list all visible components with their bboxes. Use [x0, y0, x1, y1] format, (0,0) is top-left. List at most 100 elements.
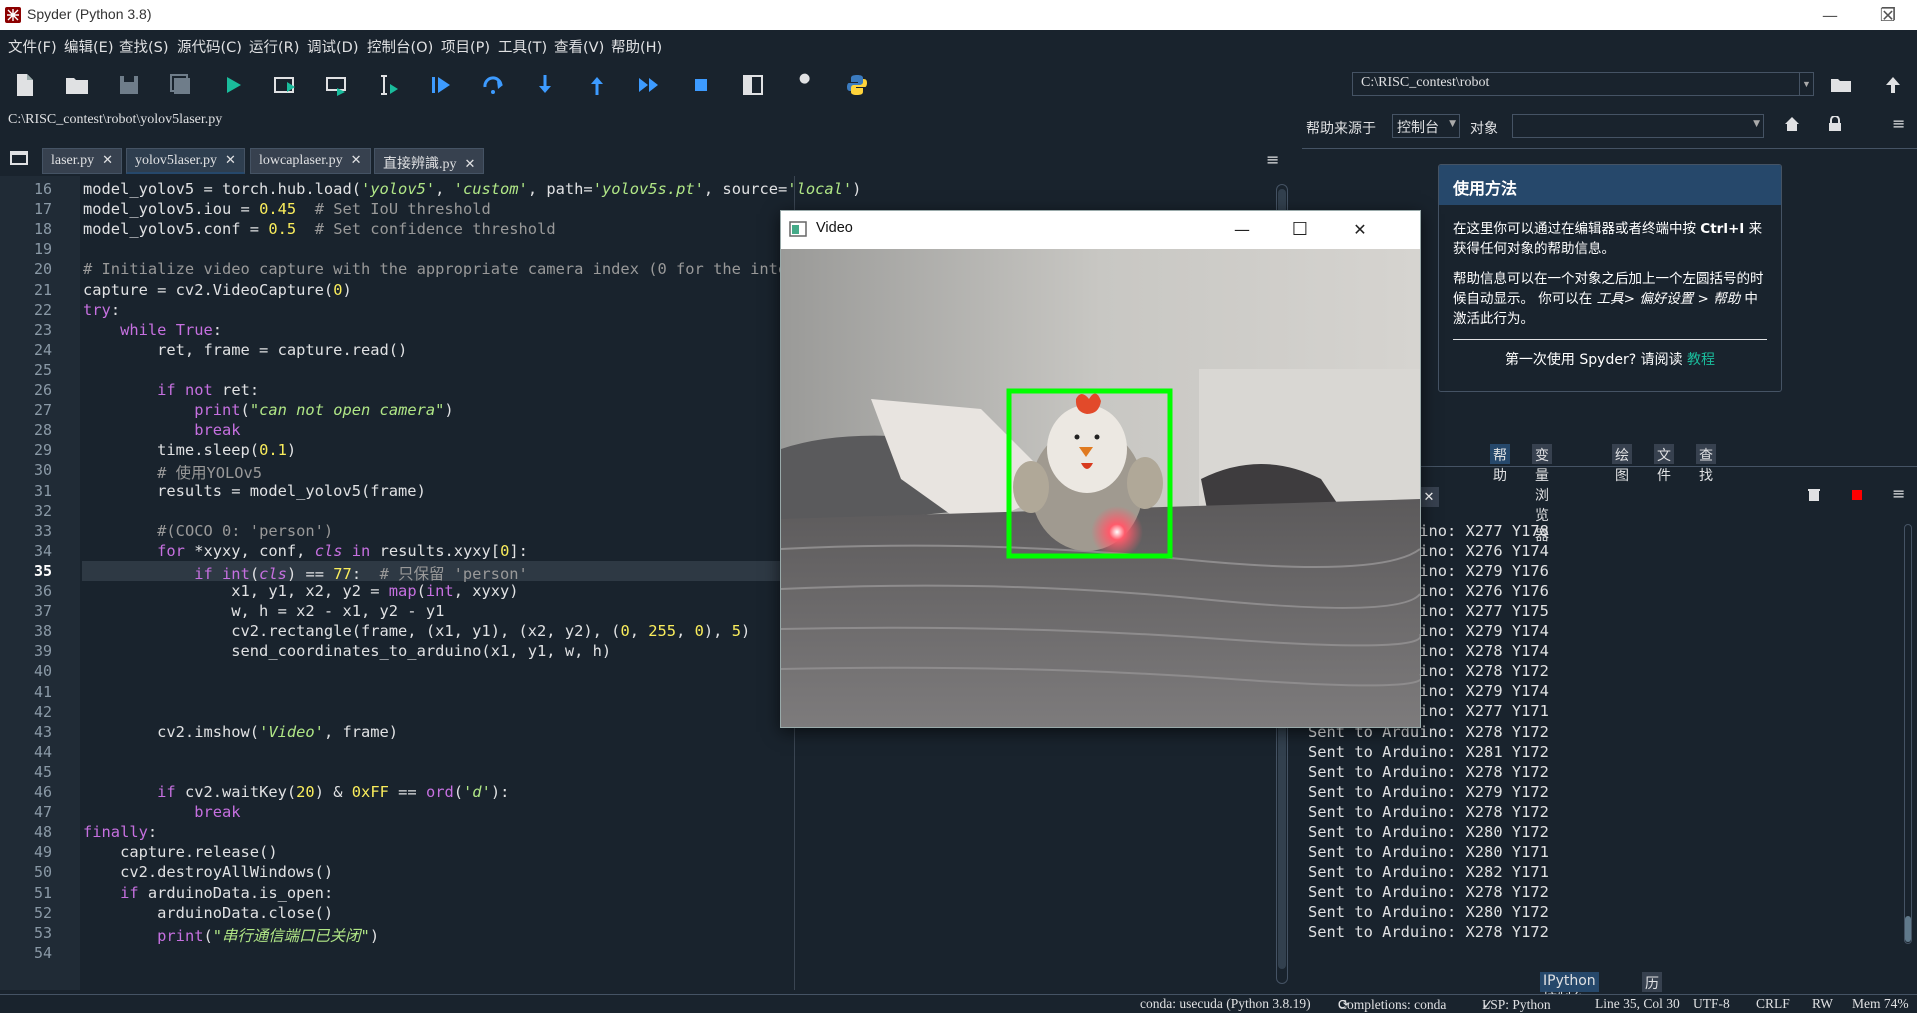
- code-line[interactable]: cv2.rectangle(frame, (x1, y1), (x2, y2),…: [83, 622, 750, 640]
- new-file-icon[interactable]: [12, 72, 38, 98]
- pane-tab-3[interactable]: 文件: [1654, 444, 1674, 484]
- close-window-button[interactable]: ✕: [1859, 0, 1917, 30]
- home-icon[interactable]: [1784, 116, 1800, 136]
- code-line[interactable]: break: [83, 803, 240, 821]
- save-icon[interactable]: [116, 72, 142, 98]
- video-close-button[interactable]: ✕: [1329, 211, 1391, 247]
- pane-tab-4[interactable]: 查找: [1696, 444, 1716, 484]
- code-line[interactable]: w, h = x2 - x1, y2 - y1: [83, 602, 444, 620]
- trash-icon[interactable]: [1808, 488, 1820, 506]
- open-file-icon[interactable]: [64, 72, 90, 98]
- stop-icon[interactable]: [688, 72, 714, 98]
- parent-folder-icon[interactable]: [1880, 72, 1906, 98]
- step-into-icon[interactable]: [532, 72, 558, 98]
- help-options-menu-icon[interactable]: ≡: [1892, 114, 1905, 133]
- code-line[interactable]: ret, frame = capture.read(): [83, 341, 407, 359]
- lock-icon[interactable]: [1828, 115, 1842, 136]
- close-tab-icon[interactable]: ✕: [102, 153, 113, 168]
- console-tab-1[interactable]: 历史: [1642, 972, 1662, 1012]
- menu-item-2[interactable]: 查找(S): [119, 36, 169, 57]
- code-line[interactable]: capture = cv2.VideoCapture(0): [83, 281, 352, 299]
- editor-tab-3[interactable]: 直接辨識.py ✕: [374, 148, 485, 174]
- code-line[interactable]: if cv2.waitKey(20) & 0xFF == ord('d'):: [83, 783, 509, 801]
- code-line[interactable]: model_yolov5.conf = 0.5 # Set confidence…: [83, 220, 556, 238]
- close-tab-icon[interactable]: ✕: [225, 153, 236, 168]
- menu-item-5[interactable]: 调试(D): [307, 36, 358, 57]
- save-all-icon[interactable]: [168, 72, 194, 98]
- run-selection-icon[interactable]: [376, 72, 402, 98]
- code-line[interactable]: print("can not open camera"): [83, 401, 454, 419]
- menu-item-0[interactable]: 文件(F): [8, 36, 57, 57]
- close-tab-icon[interactable]: ✕: [351, 153, 362, 168]
- menu-item-3[interactable]: 源代码(C): [177, 36, 242, 57]
- chevron-down-icon[interactable]: ▼: [1799, 73, 1813, 95]
- step-over-icon[interactable]: [480, 72, 506, 98]
- code-line[interactable]: #(COCO 0: 'person'): [83, 522, 333, 540]
- console-line: Sent to Arduino: X281 Y172: [1308, 742, 1549, 761]
- console-scrollbar[interactable]: [1902, 524, 1914, 944]
- console-options-menu-icon[interactable]: ≡: [1892, 484, 1905, 503]
- pane-tab-2[interactable]: 绘图: [1612, 444, 1632, 484]
- code-line[interactable]: print("串行通信端口已关闭"): [83, 924, 379, 946]
- video-minimize-button[interactable]: —: [1213, 211, 1271, 247]
- code-line[interactable]: # 使用YOLOv5: [83, 461, 262, 483]
- step-return-icon[interactable]: [584, 72, 610, 98]
- code-line[interactable]: model_yolov5 = torch.hub.load('yolov5', …: [83, 180, 861, 198]
- code-line[interactable]: if arduinoData.is_open:: [83, 884, 333, 902]
- close-tab-icon[interactable]: ✕: [465, 157, 476, 172]
- maximize-pane-icon[interactable]: [740, 72, 766, 98]
- video-maximize-button[interactable]: ☐: [1271, 211, 1329, 247]
- menu-item-9[interactable]: 查看(V): [554, 36, 604, 57]
- code-line[interactable]: if int(cls) == 77: # 只保留 'person': [83, 562, 528, 584]
- help-title: 使用方法: [1439, 165, 1781, 205]
- line-number: 17: [33, 200, 52, 219]
- code-line[interactable]: # Initialize video capture with the appr…: [83, 260, 806, 278]
- stop-kernel-icon[interactable]: [1852, 490, 1862, 500]
- working-directory-combo[interactable]: C:\RISC_contest\robot ▼: [1352, 72, 1814, 96]
- menu-item-1[interactable]: 编辑(E): [64, 36, 113, 57]
- console-tab-close-button[interactable]: ✕: [1419, 487, 1439, 507]
- code-line[interactable]: x1, y1, x2, y2 = map(int, xyxy): [83, 582, 518, 600]
- run-cell-advance-icon[interactable]: [324, 72, 350, 98]
- code-line[interactable]: results = model_yolov5(frame): [83, 482, 426, 500]
- code-line[interactable]: model_yolov5.iou = 0.45 # Set IoU thresh…: [83, 200, 491, 218]
- menu-item-4[interactable]: 运行(R): [249, 36, 299, 57]
- menu-item-10[interactable]: 帮助(H): [611, 36, 662, 57]
- help-source-select[interactable]: 控制台 ▼: [1392, 114, 1460, 138]
- editor-tab-2[interactable]: lowcaplaser.py ✕: [250, 148, 371, 174]
- continue-icon[interactable]: [636, 72, 662, 98]
- menu-item-8[interactable]: 工具(T): [498, 36, 547, 57]
- code-line[interactable]: cv2.destroyAllWindows(): [83, 863, 333, 881]
- code-line[interactable]: finally:: [83, 823, 157, 841]
- menu-item-7[interactable]: 项目(P): [441, 36, 490, 57]
- python-path-icon[interactable]: [844, 72, 870, 98]
- object-input[interactable]: ▼: [1512, 114, 1764, 138]
- tutorial-link[interactable]: 教程: [1687, 352, 1715, 368]
- editor-options-menu-icon[interactable]: ≡: [1266, 150, 1286, 169]
- code-line[interactable]: while True:: [83, 321, 222, 339]
- minimize-button[interactable]: —: [1801, 0, 1859, 30]
- editor-tab-0[interactable]: laser.py ✕: [42, 148, 123, 174]
- line-number: 52: [33, 903, 52, 922]
- debug-icon[interactable]: [428, 72, 454, 98]
- preferences-icon[interactable]: [792, 72, 818, 98]
- browse-tabs-icon[interactable]: [10, 150, 30, 168]
- code-line[interactable]: try:: [83, 301, 120, 319]
- video-window[interactable]: Video — ☐ ✕: [780, 210, 1421, 728]
- code-line[interactable]: cv2.imshow('Video', frame): [83, 723, 398, 741]
- code-line[interactable]: if not ret:: [83, 381, 259, 399]
- pane-tab-1[interactable]: 变量浏览器: [1532, 444, 1552, 544]
- editor-tab-1[interactable]: yolov5laser.py ✕: [126, 148, 245, 174]
- code-line[interactable]: capture.release(): [83, 843, 278, 861]
- console-tab-0[interactable]: IPython控制台: [1540, 972, 1599, 1008]
- pane-tab-0[interactable]: 帮助: [1490, 444, 1510, 484]
- run-icon[interactable]: [220, 72, 246, 98]
- code-line[interactable]: time.sleep(0.1): [83, 441, 296, 459]
- run-cell-icon[interactable]: [272, 72, 298, 98]
- menu-item-6[interactable]: 控制台(O): [367, 36, 433, 57]
- code-line[interactable]: arduinoData.close(): [83, 904, 333, 922]
- code-line[interactable]: break: [83, 421, 240, 439]
- code-line[interactable]: send_coordinates_to_arduino(x1, y1, w, h…: [83, 642, 611, 660]
- code-line[interactable]: for *xyxy, conf, cls in results.xyxy[0]:: [83, 542, 528, 560]
- browse-folder-icon[interactable]: [1828, 72, 1854, 98]
